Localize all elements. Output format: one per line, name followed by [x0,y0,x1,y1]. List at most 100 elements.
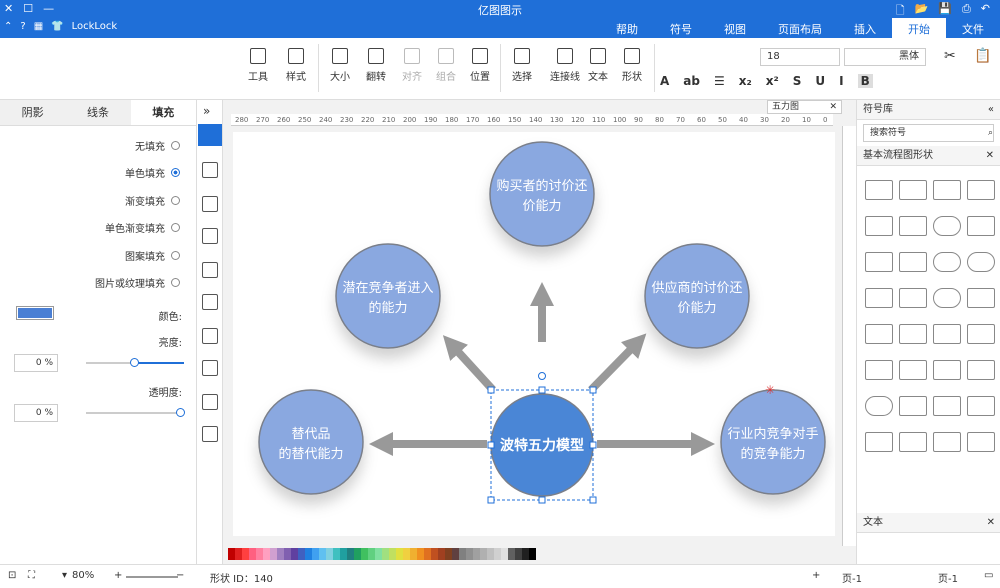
library-shape[interactable] [865,252,893,272]
transparency-slider[interactable] [86,408,185,417]
italic-icon[interactable]: I [839,74,843,88]
center-node[interactable]: 波特五力模型 [490,393,594,497]
tab-shadow[interactable]: 阴影 [0,100,66,125]
library-shape[interactable] [899,324,927,344]
palette-swatch[interactable] [361,548,368,560]
shape-button[interactable]: 形状 [622,48,642,83]
library-shape[interactable] [933,180,961,200]
palette-swatch[interactable] [347,548,354,560]
palette-swatch[interactable] [424,548,431,560]
library-shape[interactable] [933,216,961,236]
option-no-fill[interactable]: 无填充 [135,138,180,153]
page-tab[interactable]: 页-1 [842,570,862,585]
tab-page-layout[interactable]: 页面布局 [762,18,838,40]
layers-icon[interactable] [202,228,218,244]
chart-icon[interactable] [202,294,218,310]
zoom-slider[interactable] [126,576,178,578]
expand-icon[interactable]: ⌃ [4,21,12,32]
palette-swatch[interactable] [445,548,452,560]
option-solid-fill[interactable]: 单色填充 [125,165,180,180]
export-icon[interactable] [202,360,218,376]
palette-swatch[interactable] [480,548,487,560]
strike-icon[interactable]: ab [683,74,700,88]
tab-file[interactable]: 文件 [946,18,1000,40]
resize-handle[interactable] [487,441,495,449]
palette-swatch[interactable] [249,548,256,560]
palette-swatch[interactable] [452,548,459,560]
symbol-search[interactable]: 搜索符号 ⌕ [863,124,994,142]
library-shape[interactable] [967,324,995,344]
library-shape[interactable] [899,396,927,416]
force-circle[interactable] [335,243,441,349]
tab-line[interactable]: 线条 [65,100,131,125]
library-shape[interactable] [865,432,893,452]
palette-swatch[interactable] [263,548,270,560]
tab-help[interactable]: 帮助 [600,18,654,40]
palette-swatch[interactable] [291,548,298,560]
library-shape[interactable] [865,288,893,308]
library-shape[interactable] [967,252,995,272]
library-shape[interactable] [899,216,927,236]
tab-fill[interactable]: 填充 [130,100,196,125]
palette-swatch[interactable] [277,548,284,560]
style-button[interactable]: 样式 [286,48,306,83]
resize-handle[interactable] [538,496,546,504]
palette-swatch[interactable] [305,548,312,560]
library-shape[interactable] [967,288,995,308]
resize-handle[interactable] [538,386,546,394]
palette-swatch[interactable] [228,548,235,560]
library-shape[interactable] [933,396,961,416]
search-icon[interactable]: ⌕ [988,125,993,141]
zoom-dropdown-icon[interactable]: ▾ [62,570,67,581]
resize-handle[interactable] [589,441,597,449]
library-shape[interactable] [967,396,995,416]
fill-tool-icon[interactable] [198,124,222,146]
history-icon[interactable] [202,394,218,410]
table-icon[interactable] [202,328,218,344]
palette-swatch[interactable] [326,548,333,560]
palette-swatch[interactable] [494,548,501,560]
palette-swatch[interactable] [466,548,473,560]
palette-swatch[interactable] [501,548,508,560]
underline-icon[interactable]: U [815,74,825,88]
library-shape[interactable] [899,252,927,272]
rotate-handle[interactable] [538,372,546,380]
palette-swatch[interactable] [410,548,417,560]
doc-close-icon[interactable]: ✕ [829,101,837,114]
palette-swatch[interactable] [284,548,291,560]
palette-swatch[interactable] [417,548,424,560]
close-section-icon[interactable]: ✕ [986,146,994,165]
library-section-header[interactable]: 基本流程图形状 ✕ [857,146,1000,166]
palette-swatch[interactable] [459,548,466,560]
fullscreen-icon[interactable] [202,426,218,442]
option-mono-gradient-fill[interactable]: 单色渐变填充 [105,220,180,235]
option-gradient-fill[interactable]: 渐变填充 [125,193,180,208]
palette-swatch[interactable] [389,548,396,560]
tab-symbols[interactable]: 符号 [654,18,708,40]
collapse-icon[interactable]: » [203,104,210,118]
shade-input[interactable]: 0 % [14,354,58,372]
tab-insert[interactable]: 插入 [838,18,892,40]
select-button[interactable]: 选择 [512,48,532,83]
strikethrough-icon[interactable]: S [793,74,802,88]
library-shape[interactable] [967,432,995,452]
resize-handle[interactable] [487,496,495,504]
color-palette[interactable] [228,548,536,560]
force-node[interactable]: 购买者的讨价还价能力 [489,141,595,247]
palette-swatch[interactable] [438,548,445,560]
add-page-icon[interactable]: + [812,570,820,581]
force-circle[interactable] [720,389,826,495]
resize-handle[interactable] [589,496,597,504]
document-tab[interactable]: 五力图 ✕ [767,100,842,114]
palette-swatch[interactable] [235,548,242,560]
tab-view[interactable]: 视图 [708,18,762,40]
option-pattern-fill[interactable]: 图案填充 [125,248,180,263]
library-shape[interactable] [899,180,927,200]
page-icon[interactable]: ▭ [984,570,993,581]
font-name-select[interactable]: 黑体 [844,48,926,66]
palette-swatch[interactable] [375,548,382,560]
palette-swatch[interactable] [522,548,529,560]
library-shape[interactable] [865,180,893,200]
palette-swatch[interactable] [529,548,536,560]
align-button[interactable]: 对齐 [402,48,422,83]
